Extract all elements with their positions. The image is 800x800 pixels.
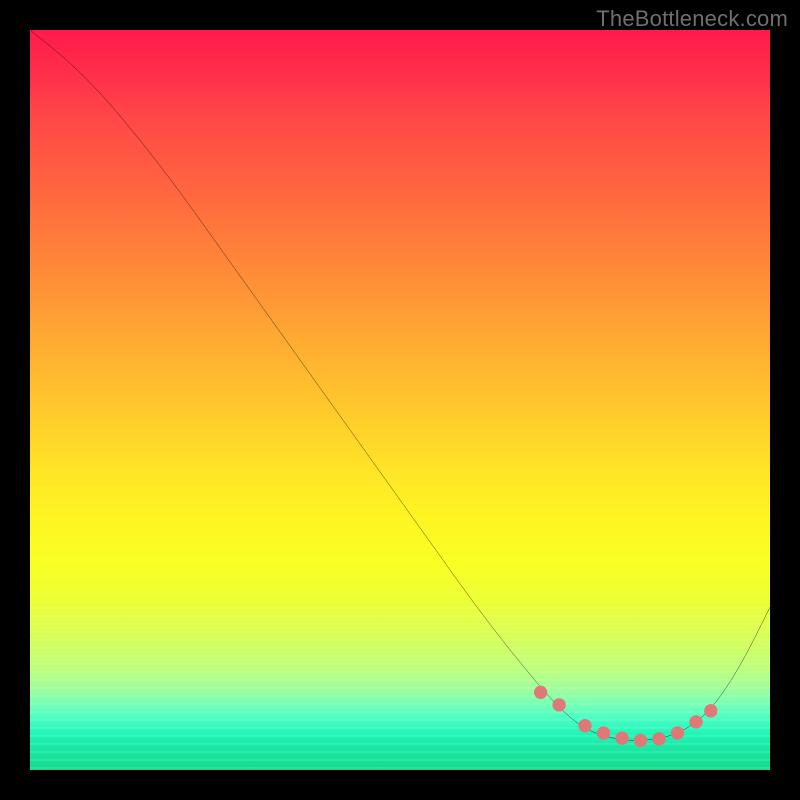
marker-point bbox=[534, 686, 547, 699]
marker-point bbox=[634, 734, 647, 747]
marker-point bbox=[704, 704, 717, 717]
marker-point bbox=[671, 726, 684, 739]
marker-point bbox=[652, 732, 665, 745]
marker-point bbox=[615, 732, 628, 745]
curve-layer bbox=[30, 30, 770, 770]
bottleneck-curve bbox=[30, 30, 770, 740]
marker-point bbox=[689, 715, 702, 728]
marker-group bbox=[534, 686, 718, 747]
marker-point bbox=[578, 719, 591, 732]
marker-point bbox=[552, 698, 565, 711]
watermark-text: TheBottleneck.com bbox=[596, 6, 788, 32]
plot-area bbox=[30, 30, 770, 770]
chart-frame: TheBottleneck.com bbox=[0, 0, 800, 800]
marker-point bbox=[597, 726, 610, 739]
